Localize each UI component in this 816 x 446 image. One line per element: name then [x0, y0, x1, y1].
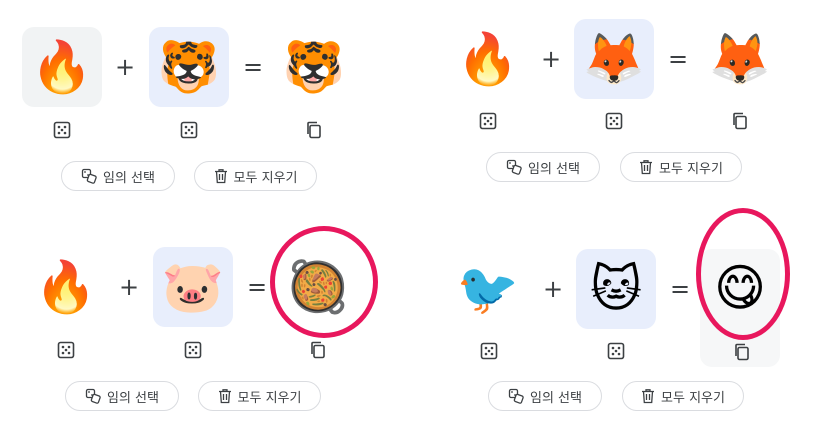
left-emoji: 🐦: [456, 260, 520, 318]
random-select-label: 임의 선택: [107, 390, 159, 406]
clear-all-label: 모두 지우기: [661, 390, 725, 406]
equals-sign: =: [667, 45, 689, 73]
clear-all-button[interactable]: 모두 지우기: [198, 381, 321, 411]
trash-icon: [642, 389, 655, 404]
result-emoji: 🐯: [282, 38, 346, 96]
equals-sign: =: [242, 53, 264, 81]
trash-icon: [214, 169, 227, 184]
random-select-label: 임의 선택: [528, 161, 580, 177]
copy-icon[interactable]: [306, 338, 330, 362]
random-select-button[interactable]: 임의 선택: [61, 161, 175, 191]
left-emoji-tile[interactable]: 🔥: [448, 19, 528, 99]
emoji-kitchen-panel-2: 🔥 + 🦊 = 🦊 임의 선택 모두 지우기: [408, 0, 808, 200]
random-select-icon: [508, 388, 524, 404]
random-select-icon: [85, 388, 101, 404]
copy-icon[interactable]: [728, 109, 752, 133]
right-emoji: 🦊: [582, 30, 646, 88]
right-emoji-tile[interactable]: 🦊: [574, 19, 654, 99]
clear-all-button[interactable]: 모두 지우기: [622, 381, 744, 411]
random-select-icon: [81, 168, 97, 184]
dice-icon[interactable]: [54, 338, 78, 362]
trash-icon: [218, 389, 231, 404]
clear-all-label: 모두 지우기: [233, 170, 298, 186]
random-select-button[interactable]: 임의 선택: [488, 381, 602, 411]
left-emoji-tile[interactable]: 🐦: [448, 249, 528, 329]
right-emoji-tile[interactable]: 🐷: [153, 247, 233, 327]
dice-icon[interactable]: [476, 109, 500, 133]
right-emoji-tile[interactable]: 🐯: [149, 27, 229, 107]
emoji-kitchen-panel-3: 🔥 + 🐷 = 🥘 임의 선택 모두 지우기: [0, 220, 400, 420]
clear-all-button[interactable]: 모두 지우기: [620, 152, 742, 182]
random-select-button[interactable]: 임의 선택: [486, 152, 600, 182]
trash-icon: [640, 160, 653, 175]
right-emoji: 🐯: [157, 38, 221, 96]
clear-all-button[interactable]: 모두 지우기: [194, 161, 317, 191]
left-emoji-tile[interactable]: 🔥: [22, 27, 102, 107]
right-emoji: 🐱: [589, 260, 643, 318]
random-select-label: 임의 선택: [530, 390, 582, 406]
plus-sign: +: [114, 53, 136, 81]
random-select-label: 임의 선택: [103, 170, 155, 186]
dice-icon[interactable]: [604, 339, 628, 363]
result-emoji-tile[interactable]: 🐯: [274, 27, 354, 107]
left-emoji: 🔥: [30, 38, 94, 96]
emoji-kitchen-panel-1: 🔥 + 🐯 = 🐯 임의 선택 모두 지우기: [0, 0, 400, 200]
result-emoji-tile[interactable]: 🦊: [700, 19, 780, 99]
right-emoji-tile[interactable]: 🐱: [576, 249, 656, 329]
left-emoji: 🔥: [34, 258, 98, 316]
clear-all-label: 모두 지우기: [237, 390, 302, 406]
dice-icon[interactable]: [50, 118, 74, 142]
dice-icon[interactable]: [602, 109, 626, 133]
copy-icon[interactable]: [730, 340, 754, 364]
dice-icon[interactable]: [181, 338, 205, 362]
right-emoji: 🐷: [161, 258, 225, 316]
result-emoji-tile[interactable]: 🥘: [278, 247, 358, 327]
emoji-kitchen-panel-4: 🐦 + 🐱 = 😋 임의 선택 모두 지우기: [408, 208, 808, 420]
result-emoji: 🥘: [286, 258, 350, 316]
copy-icon[interactable]: [302, 118, 326, 142]
plus-sign: +: [542, 275, 564, 303]
random-select-icon: [506, 159, 522, 175]
plus-sign: +: [540, 45, 562, 73]
dice-icon[interactable]: [477, 339, 501, 363]
random-select-button[interactable]: 임의 선택: [65, 381, 179, 411]
left-emoji: 🔥: [456, 30, 520, 88]
clear-all-label: 모두 지우기: [659, 161, 723, 177]
plus-sign: +: [118, 273, 140, 301]
dice-icon[interactable]: [177, 118, 201, 142]
equals-sign: =: [246, 273, 268, 301]
result-emoji: 😋: [713, 259, 767, 317]
left-emoji-tile[interactable]: 🔥: [26, 247, 106, 327]
equals-sign: =: [669, 275, 691, 303]
result-emoji: 🦊: [708, 30, 772, 88]
